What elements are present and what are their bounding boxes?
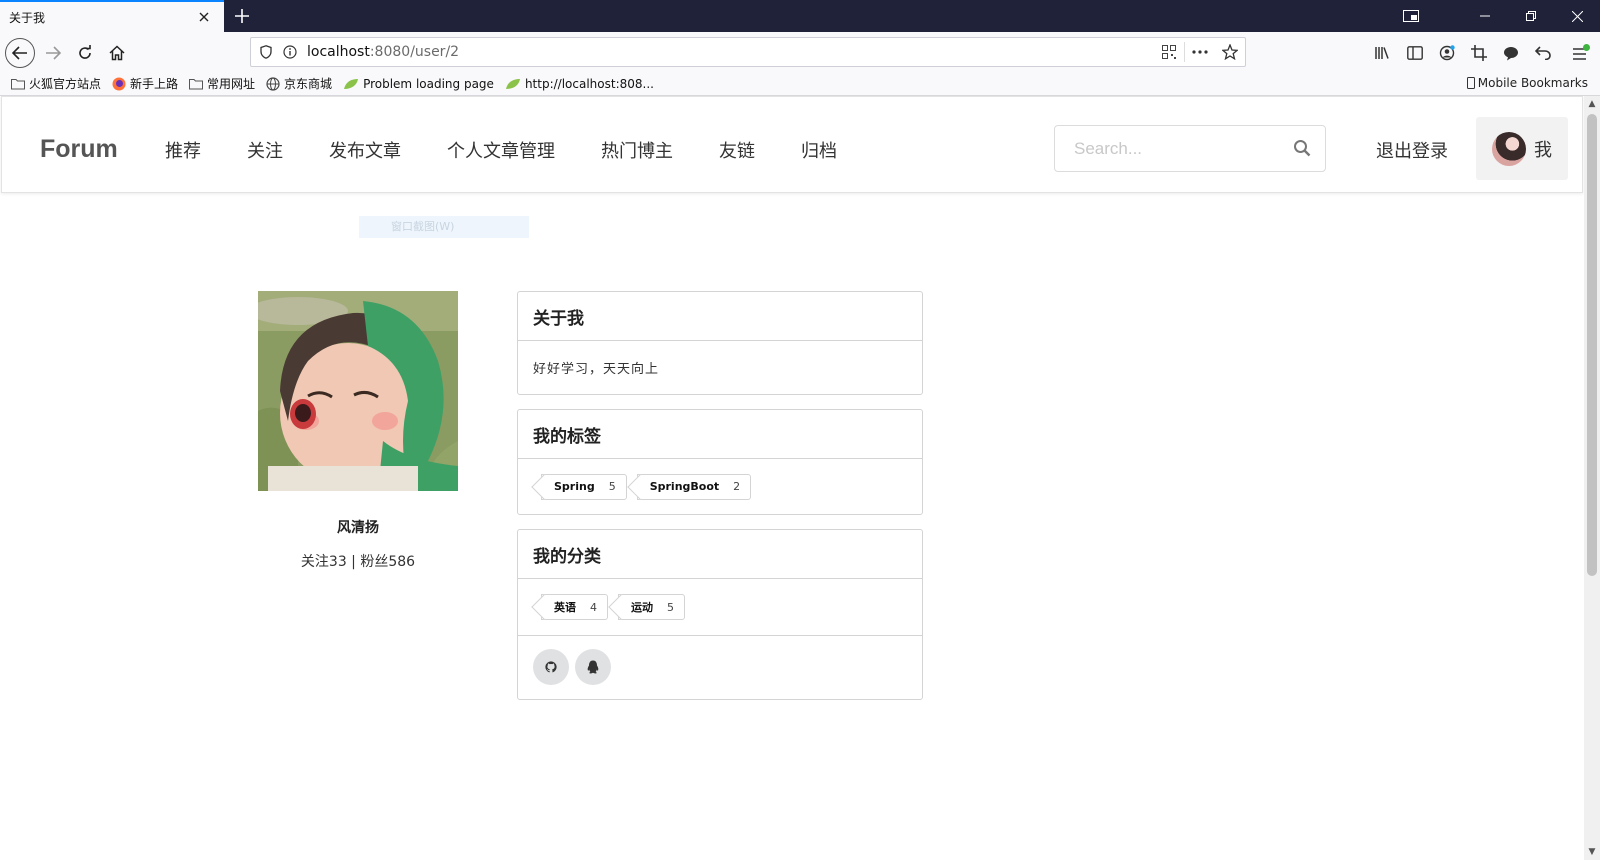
globe-icon — [266, 76, 280, 91]
user-menu[interactable]: 我 — [1476, 117, 1568, 180]
follow-stats: 关注33 | 粉丝586 — [300, 554, 416, 570]
scroll-down-arrow-icon[interactable]: ▼ — [1587, 847, 1597, 857]
pip-icon[interactable] — [1388, 0, 1434, 32]
more-actions-icon[interactable] — [1185, 38, 1215, 66]
menu-item-links[interactable]: 友链 — [719, 137, 755, 163]
search-box — [1054, 125, 1326, 172]
url-bar[interactable]: localhost:8080/user/2 — [250, 37, 1246, 67]
restore-icon[interactable] — [1508, 0, 1554, 32]
url-text: localhost:8080/user/2 — [307, 44, 460, 60]
bookmark-item[interactable]: 火狐官方站点 — [11, 75, 101, 92]
close-tab-icon[interactable] — [192, 5, 216, 29]
profile-username: 风清扬 — [337, 520, 379, 536]
about-card: 关于我 好好学习，天天向上 — [517, 291, 923, 395]
search-icon[interactable] — [1293, 139, 1311, 161]
github-icon[interactable] — [533, 649, 569, 685]
undo-icon[interactable] — [1528, 38, 1558, 68]
category-label[interactable]: 英语 4 — [541, 594, 608, 620]
folder-icon — [11, 78, 25, 89]
bookmark-item[interactable]: 新手上路 — [112, 75, 178, 92]
menu-item-recommend[interactable]: 推荐 — [165, 137, 201, 163]
menu-item-hot-bloggers[interactable]: 热门博主 — [601, 137, 673, 163]
mobile-bookmarks[interactable]: Mobile Bookmarks — [1466, 76, 1588, 90]
tag-label[interactable]: SpringBoot 2 — [636, 473, 752, 500]
bookmark-item[interactable]: http://localhost:808... — [505, 77, 654, 91]
menu-item-manage-articles[interactable]: 个人文章管理 — [447, 137, 555, 163]
minimize-icon[interactable] — [1462, 0, 1508, 32]
search-input[interactable] — [1056, 127, 1286, 170]
menu-item-follow[interactable]: 关注 — [247, 137, 283, 163]
avatar — [1492, 131, 1526, 166]
bookmark-item[interactable]: 常用网址 — [189, 75, 255, 92]
phone-icon — [1466, 77, 1475, 89]
scroll-up-arrow-icon[interactable]: ▲ — [1587, 99, 1597, 109]
forward-arrow-icon[interactable] — [38, 38, 68, 68]
close-window-icon[interactable] — [1554, 0, 1600, 32]
tab-title: 关于我 — [9, 10, 46, 25]
vertical-scrollbar[interactable]: ▲ ▼ — [1584, 96, 1600, 860]
main-menu: 推荐 关注 发布文章 个人文章管理 热门博主 友链 归档 — [165, 137, 883, 163]
logout-link[interactable]: 退出登录 — [1376, 137, 1448, 163]
new-tab-icon[interactable] — [230, 4, 254, 28]
bookmarks-toolbar: 火狐官方站点 新手上路 常用网址 京东商城 Problem loading pa… — [0, 72, 1600, 96]
qr-code-icon[interactable] — [1154, 38, 1184, 66]
leaf-icon — [344, 78, 359, 89]
profile-photo — [258, 291, 458, 491]
bookmark-star-icon[interactable] — [1215, 38, 1245, 66]
info-icon[interactable] — [279, 45, 301, 59]
user-menu-label: 我 — [1534, 139, 1552, 161]
tab-active[interactable]: 关于我 — [0, 0, 224, 32]
sidebar-icon[interactable] — [1400, 38, 1430, 68]
site-header: Forum 推荐 关注 发布文章 个人文章管理 热门博主 友链 归档 退出登录 … — [1, 96, 1583, 193]
tags-title: 我的标签 — [518, 410, 922, 459]
back-arrow-icon[interactable] — [5, 38, 35, 68]
tags-card: 我的标签 Spring 5 SpringBoot 2 — [517, 409, 923, 515]
leaf-icon — [505, 78, 520, 89]
reload-icon[interactable] — [70, 38, 100, 68]
bookmark-item[interactable]: 京东商城 — [266, 75, 332, 92]
tag-label[interactable]: Spring 5 — [541, 473, 627, 500]
categories-title: 我的分类 — [518, 530, 922, 579]
about-title: 关于我 — [518, 292, 922, 341]
page-viewport: Forum 推荐 关注 发布文章 个人文章管理 热门博主 友链 归档 退出登录 … — [0, 96, 1584, 860]
menu-item-archive[interactable]: 归档 — [801, 137, 837, 163]
qq-icon[interactable] — [575, 649, 611, 685]
shield-icon[interactable] — [253, 45, 279, 59]
library-icon[interactable] — [1368, 38, 1398, 68]
tab-strip: 关于我 — [0, 0, 1600, 32]
site-brand[interactable]: Forum — [40, 135, 118, 164]
browser-toolbar: localhost:8080/user/2 — [0, 32, 1600, 72]
screenshot-crop-icon[interactable] — [1464, 38, 1494, 68]
folder-icon — [189, 78, 204, 89]
category-label[interactable]: 运动 5 — [618, 594, 685, 620]
menu-item-publish[interactable]: 发布文章 — [329, 137, 401, 163]
account-icon[interactable] — [1432, 38, 1462, 68]
home-icon[interactable] — [102, 38, 132, 68]
scroll-thumb[interactable] — [1587, 114, 1597, 576]
firefox-icon — [112, 77, 126, 90]
about-text: 好好学习，天天向上 — [533, 362, 660, 377]
bookmark-item[interactable]: Problem loading page — [343, 77, 494, 91]
chat-bubble-icon[interactable] — [1496, 38, 1526, 68]
categories-card: 我的分类 英语 4 运动 5 — [517, 529, 923, 700]
hamburger-menu-icon[interactable] — [1566, 38, 1596, 68]
screenshot-tooltip-ghost: 窗口截图(W) — [359, 216, 529, 238]
